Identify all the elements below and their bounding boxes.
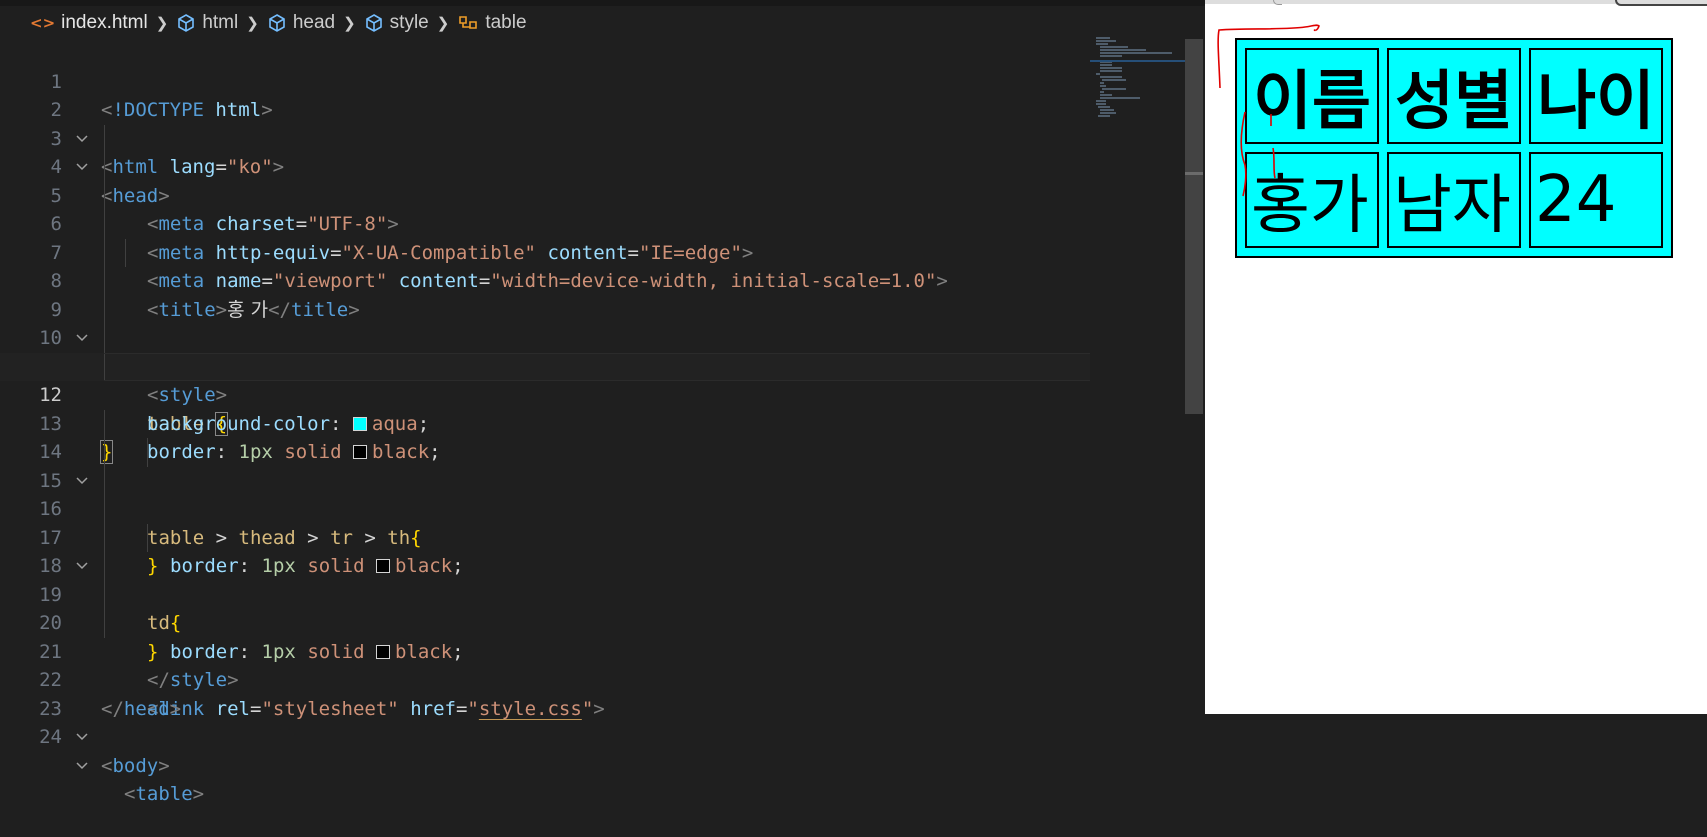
table-cell: 남자 — [1387, 152, 1521, 248]
breadcrumb-item-table[interactable]: table — [457, 12, 527, 34]
table-header-cell: 성별 — [1387, 48, 1521, 144]
element-cube-icon — [178, 14, 195, 32]
code-editor[interactable]: <> index.html ❯ html ❯ head ❯ style ❯ ta… — [0, 0, 1205, 805]
breadcrumb: <> index.html ❯ html ❯ head ❯ style ❯ ta… — [30, 10, 527, 36]
breadcrumb-file-label: index.html — [61, 12, 148, 33]
table-header-cell: 나이 — [1529, 48, 1663, 144]
chevron-right-icon: ❯ — [343, 15, 356, 32]
code-line: 11 background-color: aqua; — [0, 324, 1090, 435]
code-line: 20 </style> — [0, 580, 1090, 691]
code-line: 9 <style> — [0, 267, 1090, 406]
code-line: 5 <meta http-equiv="X-UA-Compatible" con… — [0, 153, 1090, 264]
browser-preview[interactable]: 이름 성별 나이 홍가 남자 24 — [1205, 0, 1707, 714]
element-cube-icon — [365, 14, 382, 32]
code-line: 15 border: 1px solid black; — [0, 438, 1090, 577]
table-cell: 홍가 — [1245, 152, 1379, 248]
table-cell: 24 — [1529, 152, 1663, 248]
code-line: 3 <head> — [0, 96, 1090, 207]
rendered-table: 이름 성별 나이 홍가 남자 24 — [1235, 38, 1673, 258]
code-line: 6 <meta name="viewport" content="width=d… — [0, 181, 1090, 292]
element-cube-icon — [269, 14, 285, 32]
symbol-class-icon — [459, 16, 478, 29]
breadcrumb-item-style[interactable]: style — [364, 12, 429, 34]
table-header-row: 이름 성별 나이 — [1245, 48, 1663, 144]
table-header-cell: 이름 — [1245, 48, 1379, 144]
breadcrumb-item-label: html — [202, 12, 239, 33]
scrollbar-thumb[interactable] — [1185, 39, 1203, 414]
code-line: 17 td{ — [0, 495, 1090, 634]
breadcrumb-item-head[interactable]: head — [267, 12, 335, 34]
table-row: 홍가 남자 24 — [1245, 152, 1663, 248]
minimap-current-line — [1090, 60, 1190, 62]
code-line: 14 table > thead > tr > th{ — [0, 409, 1090, 549]
code-line: 10 table { — [0, 295, 1090, 436]
code-line: 18 border: 1px solid black; — [0, 523, 1090, 663]
breadcrumb-item-label: table — [485, 12, 527, 33]
breadcrumb-item-label: style — [389, 12, 429, 33]
code-line: 19 } — [0, 552, 1090, 663]
code-line-active: 12 border: 1px solid black; — [0, 352, 1090, 463]
preview-tab-edge — [1615, 0, 1707, 6]
breadcrumb-file[interactable]: <> index.html — [30, 12, 148, 34]
html-file-icon: <> — [30, 14, 56, 32]
breadcrumb-item-html[interactable]: html — [176, 12, 238, 34]
code-line: 7 <title>홍 가</title> — [0, 210, 1090, 321]
chevron-right-icon: ❯ — [436, 15, 450, 32]
preview-tab-edge — [1273, 0, 1282, 5]
code-line: 13 } — [0, 381, 1090, 464]
line-number: 24 — [39, 726, 62, 748]
code-line: 2 <html lang="ko"> — [0, 68, 1090, 178]
code-line: 8 — [0, 238, 1090, 292]
scrollbar-cursor-marker — [1185, 172, 1203, 175]
editor-tab-strip — [0, 0, 1205, 6]
code-line: 22 </head> — [0, 638, 1090, 720]
chevron-right-icon: ❯ — [155, 15, 169, 32]
chevron-right-icon: ❯ — [246, 15, 259, 32]
breadcrumb-item-label: head — [292, 12, 336, 33]
code-line: 24 <table> — [0, 695, 1090, 805]
code-line: 4 <meta charset="UTF-8"> — [0, 124, 1090, 235]
code-line: 21 <link rel="stylesheet" href="style.cs… — [0, 609, 1090, 720]
code-line: 23 <body> — [0, 666, 1090, 777]
code-area[interactable]: 1 <!DOCTYPE html> 2 <html lang="ko"> 3 <… — [0, 39, 1090, 805]
code-line: 1 <!DOCTYPE html> — [0, 39, 1090, 122]
minimap[interactable] — [1090, 35, 1190, 125]
code-line: 16 } — [0, 466, 1090, 577]
